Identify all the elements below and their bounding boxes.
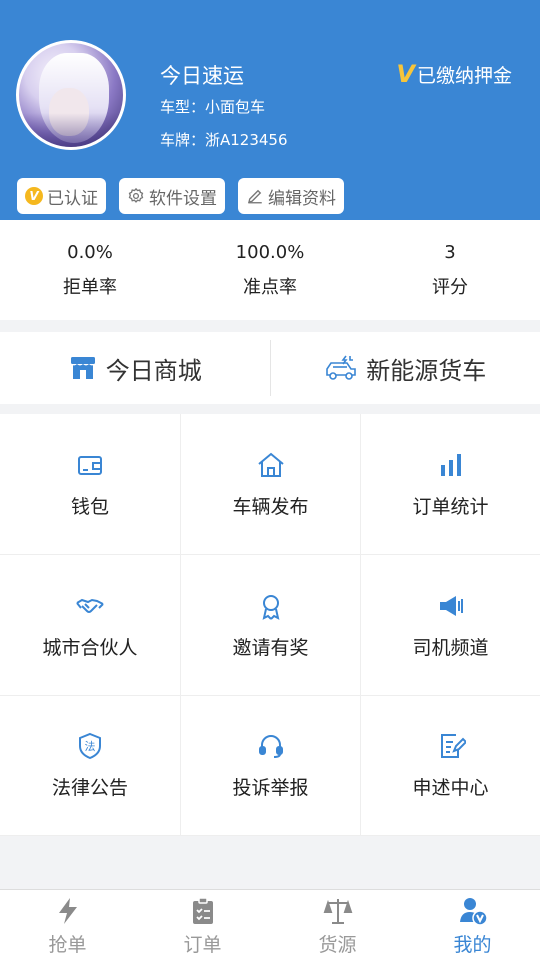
award-icon bbox=[262, 594, 279, 620]
bottom-tab-bar: 抢单 订单 货源 我的 bbox=[0, 889, 540, 960]
tab-label: 我的 bbox=[453, 934, 492, 956]
scale-icon bbox=[323, 899, 352, 924]
settings-label: 软件设置 bbox=[149, 188, 217, 209]
law-shield-icon: 法 bbox=[79, 732, 101, 760]
home-icon bbox=[257, 452, 284, 477]
grid-label: 订单统计 bbox=[412, 495, 489, 518]
car-type: 车型：小面包车 bbox=[160, 98, 266, 116]
stat-label: 评分 bbox=[432, 277, 468, 298]
speaker-icon bbox=[439, 595, 463, 616]
grid-item-invite-reward[interactable]: 邀请有奖 bbox=[181, 555, 361, 696]
tab-grab-order[interactable]: 抢单 bbox=[0, 890, 135, 960]
wallet-icon bbox=[78, 455, 102, 475]
grid-label: 城市合伙人 bbox=[42, 636, 138, 659]
stat-value: 0.0% bbox=[67, 242, 113, 263]
headset-icon bbox=[258, 735, 283, 758]
pencil-icon bbox=[248, 189, 262, 204]
deposit-label: 已缴纳押金 bbox=[416, 64, 512, 87]
user-verified-icon bbox=[459, 898, 488, 926]
edit-profile-button[interactable]: 编辑资料 bbox=[238, 178, 344, 214]
deposit-status: V 已缴纳押金 bbox=[396, 60, 512, 88]
feature-grid: 钱包 车辆发布 订单统计 城市合伙人 邀请有奖 司机频道 法 法律公告 投诉举报… bbox=[0, 414, 540, 836]
verified-label: 已认证 bbox=[47, 188, 98, 209]
tab-label: 抢单 bbox=[48, 934, 87, 956]
stat-label: 准点率 bbox=[243, 277, 297, 298]
grid-label: 车辆发布 bbox=[232, 495, 309, 518]
grid-item-complaint[interactable]: 投诉举报 bbox=[181, 696, 361, 836]
grid-item-order-stats[interactable]: 订单统计 bbox=[361, 414, 540, 555]
law-char: 法 bbox=[85, 739, 96, 753]
grid-label: 投诉举报 bbox=[232, 777, 309, 799]
tab-mine[interactable]: 我的 bbox=[405, 890, 540, 960]
avatar[interactable] bbox=[16, 40, 126, 150]
stats-panel: 0.0% 拒单率 100.0% 准点率 3 评分 bbox=[0, 220, 540, 320]
tab-orders[interactable]: 订单 bbox=[135, 890, 270, 960]
grid-item-legal-notice[interactable]: 法 法律公告 bbox=[0, 696, 181, 836]
profile-actions: V 已认证 软件设置 编辑资料 bbox=[17, 178, 344, 214]
lightning-icon bbox=[58, 898, 77, 924]
license-plate: 车牌：浙A123456 bbox=[160, 131, 288, 149]
ev-truck-label: 新能源货车 bbox=[366, 356, 487, 385]
grid-item-appeal-center[interactable]: 申述中心 bbox=[361, 696, 540, 836]
gear-icon bbox=[128, 187, 144, 203]
edit-doc-icon bbox=[440, 734, 466, 758]
grid-label: 申述中心 bbox=[412, 777, 489, 799]
grid-item-driver-channel[interactable]: 司机频道 bbox=[361, 555, 540, 696]
stat-value: 3 bbox=[444, 242, 456, 263]
grid-label: 司机频道 bbox=[412, 636, 489, 659]
grid-label: 邀请有奖 bbox=[232, 636, 309, 659]
mall-label: 今日商城 bbox=[105, 356, 202, 385]
handshake-icon bbox=[76, 598, 104, 613]
verified-badge-icon: V bbox=[25, 187, 43, 205]
promo-row: 今日商城 新能源货车 bbox=[0, 332, 540, 404]
profile-header: 今日速运 车型：小面包车 车牌：浙A123456 V 已缴纳押金 V 已认证 软… bbox=[0, 0, 540, 220]
mall-button[interactable]: 今日商城 bbox=[0, 332, 270, 404]
edit-profile-label: 编辑资料 bbox=[268, 188, 336, 209]
grid-label: 钱包 bbox=[70, 495, 109, 518]
stat-on-time-rate: 100.0% 准点率 bbox=[180, 220, 360, 320]
tab-label: 货源 bbox=[318, 934, 357, 956]
stat-rating: 3 评分 bbox=[360, 220, 540, 320]
grid-item-vehicle-publish[interactable]: 车辆发布 bbox=[181, 414, 361, 555]
ev-truck-button[interactable]: 新能源货车 bbox=[271, 332, 540, 404]
ev-truck-icon bbox=[326, 355, 357, 380]
stat-reject-rate: 0.0% 拒单率 bbox=[0, 220, 180, 320]
tab-cargo-source[interactable]: 货源 bbox=[270, 890, 405, 960]
store-icon bbox=[70, 357, 95, 379]
clipboard-icon bbox=[192, 897, 213, 924]
bar-chart-icon bbox=[440, 453, 461, 476]
driver-name: 今日速运 bbox=[160, 64, 244, 88]
settings-button[interactable]: 软件设置 bbox=[119, 178, 225, 214]
grid-label: 法律公告 bbox=[51, 777, 128, 799]
stat-value: 100.0% bbox=[235, 242, 305, 263]
stat-label: 拒单率 bbox=[63, 277, 117, 298]
grid-item-city-partner[interactable]: 城市合伙人 bbox=[0, 555, 181, 696]
deposit-check-icon: V bbox=[396, 60, 415, 88]
grid-item-wallet[interactable]: 钱包 bbox=[0, 414, 181, 555]
verified-chip[interactable]: V 已认证 bbox=[17, 178, 106, 214]
tab-label: 订单 bbox=[183, 934, 222, 956]
